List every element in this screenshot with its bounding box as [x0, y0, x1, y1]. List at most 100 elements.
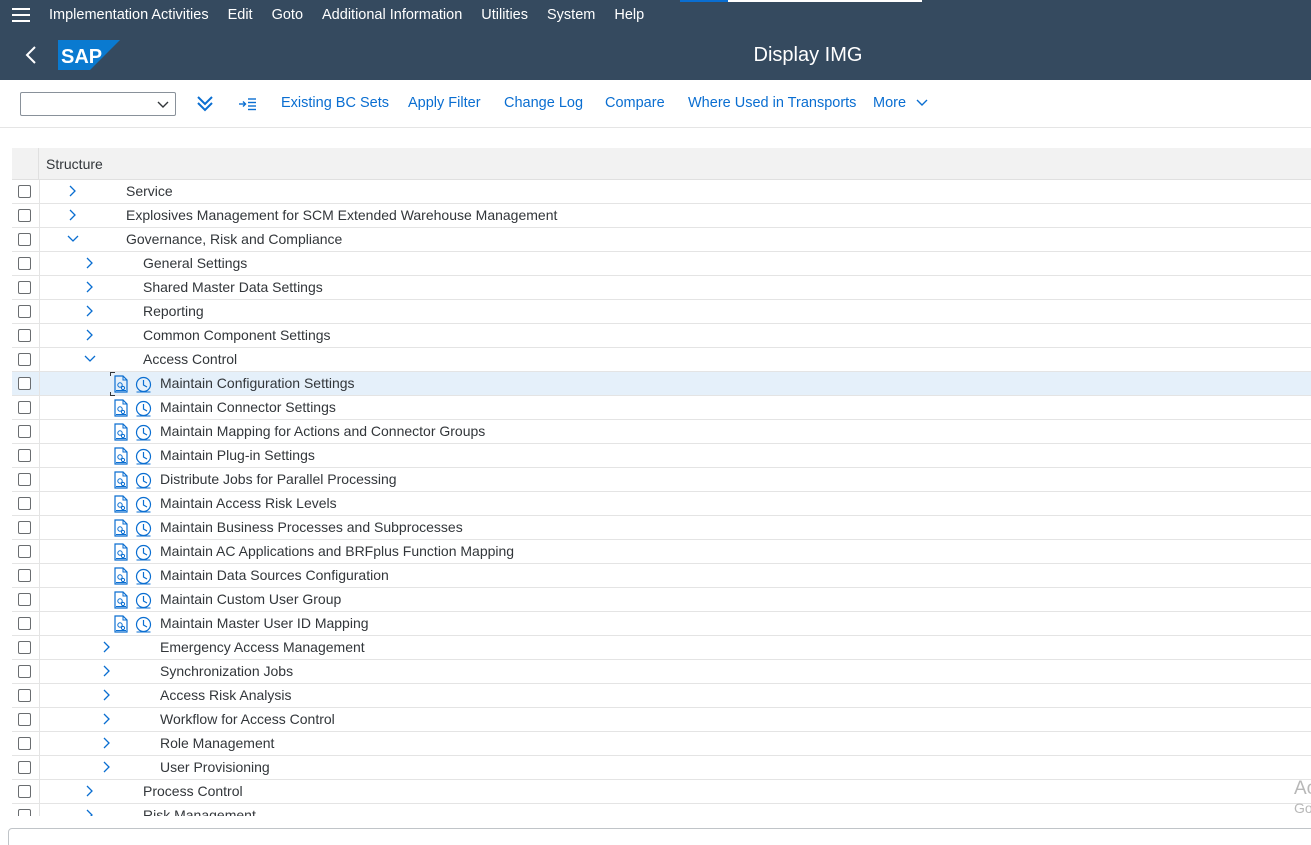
- chevron-right-icon[interactable]: [83, 808, 97, 816]
- select-column-header[interactable]: [12, 148, 39, 180]
- row-checkbox[interactable]: [18, 761, 31, 774]
- row-checkbox[interactable]: [18, 377, 31, 390]
- activity-clock-icon[interactable]: [135, 615, 152, 633]
- activity-clock-icon[interactable]: [135, 423, 152, 441]
- back-arrow-icon[interactable]: [22, 44, 42, 66]
- menu-edit[interactable]: Edit: [228, 7, 253, 23]
- table-row[interactable]: Emergency Access Management: [12, 636, 1311, 660]
- chevron-right-icon[interactable]: [100, 664, 114, 678]
- table-row[interactable]: Maintain Custom User Group: [12, 588, 1311, 612]
- documentation-icon[interactable]: [113, 615, 129, 633]
- more-button[interactable]: More: [873, 95, 928, 111]
- chevron-right-icon[interactable]: [100, 640, 114, 654]
- activity-clock-icon[interactable]: [135, 543, 152, 561]
- tree-node-label[interactable]: Maintain Plug-in Settings: [160, 447, 315, 463]
- table-row[interactable]: Access Risk Analysis: [12, 684, 1311, 708]
- activity-clock-icon[interactable]: [135, 471, 152, 489]
- tree-node-label[interactable]: Maintain Business Processes and Subproce…: [160, 519, 463, 535]
- tree-node-label[interactable]: Role Management: [160, 735, 274, 751]
- tree-node-label[interactable]: Reporting: [143, 303, 204, 319]
- change-log-button[interactable]: Change Log: [504, 95, 583, 111]
- activity-clock-icon[interactable]: [135, 375, 152, 393]
- row-checkbox[interactable]: [18, 689, 31, 702]
- tree-node-label[interactable]: Maintain Custom User Group: [160, 591, 341, 607]
- row-checkbox[interactable]: [18, 809, 31, 816]
- hamburger-icon[interactable]: [12, 8, 30, 22]
- activity-clock-icon[interactable]: [135, 567, 152, 585]
- table-row[interactable]: Access Control: [12, 348, 1311, 372]
- table-row[interactable]: Common Component Settings: [12, 324, 1311, 348]
- chevron-right-icon[interactable]: [66, 184, 80, 198]
- row-checkbox[interactable]: [18, 425, 31, 438]
- documentation-icon[interactable]: [113, 399, 129, 417]
- tree-node-label[interactable]: Process Control: [143, 783, 243, 799]
- chevron-right-icon[interactable]: [100, 760, 114, 774]
- documentation-icon[interactable]: [113, 543, 129, 561]
- documentation-icon[interactable]: [113, 567, 129, 585]
- menu-additional-information[interactable]: Additional Information: [322, 7, 462, 23]
- row-checkbox[interactable]: [18, 209, 31, 222]
- chevron-down-icon[interactable]: [83, 352, 97, 366]
- chevron-right-icon[interactable]: [100, 712, 114, 726]
- row-checkbox[interactable]: [18, 473, 31, 486]
- row-checkbox[interactable]: [18, 329, 31, 342]
- table-row[interactable]: Role Management: [12, 732, 1311, 756]
- compare-button[interactable]: Compare: [605, 95, 665, 111]
- apply-filter-button[interactable]: Apply Filter: [408, 95, 481, 111]
- chevron-right-icon[interactable]: [100, 688, 114, 702]
- tree-node-label[interactable]: Maintain Data Sources Configuration: [160, 567, 389, 583]
- row-checkbox[interactable]: [18, 257, 31, 270]
- menu-implementation-activities[interactable]: Implementation Activities: [49, 7, 209, 23]
- row-checkbox[interactable]: [18, 665, 31, 678]
- activity-clock-icon[interactable]: [135, 399, 152, 417]
- row-checkbox[interactable]: [18, 449, 31, 462]
- table-row[interactable]: Service: [12, 180, 1311, 204]
- row-checkbox[interactable]: [18, 497, 31, 510]
- table-row[interactable]: Shared Master Data Settings: [12, 276, 1311, 300]
- menu-help[interactable]: Help: [614, 7, 644, 23]
- table-row[interactable]: Maintain Data Sources Configuration: [12, 564, 1311, 588]
- menu-utilities[interactable]: Utilities: [481, 7, 528, 23]
- indent-icon[interactable]: [238, 94, 258, 114]
- table-row[interactable]: Explosives Management for SCM Extended W…: [12, 204, 1311, 228]
- table-row[interactable]: Process Control: [12, 780, 1311, 804]
- table-row[interactable]: Maintain Connector Settings: [12, 396, 1311, 420]
- chevron-down-icon[interactable]: [66, 232, 80, 246]
- variant-select[interactable]: [20, 92, 176, 116]
- tree-node-label[interactable]: Synchronization Jobs: [160, 663, 293, 679]
- row-checkbox[interactable]: [18, 545, 31, 558]
- documentation-icon[interactable]: [113, 495, 129, 513]
- row-checkbox[interactable]: [18, 641, 31, 654]
- table-row[interactable]: Reporting: [12, 300, 1311, 324]
- table-row[interactable]: Synchronization Jobs: [12, 660, 1311, 684]
- tree-node-label[interactable]: Service: [126, 183, 173, 199]
- table-row[interactable]: Distribute Jobs for Parallel Processing: [12, 468, 1311, 492]
- tree-node-label[interactable]: Risk Management: [143, 807, 256, 816]
- activity-clock-icon[interactable]: [135, 591, 152, 609]
- activity-clock-icon[interactable]: [135, 519, 152, 537]
- tree-node-label[interactable]: Maintain AC Applications and BRFplus Fun…: [160, 543, 514, 559]
- tree-node-label[interactable]: Shared Master Data Settings: [143, 279, 323, 295]
- documentation-icon[interactable]: [113, 423, 129, 441]
- tree-node-label[interactable]: Access Risk Analysis: [160, 687, 291, 703]
- row-checkbox[interactable]: [18, 233, 31, 246]
- existing-bc-sets-button[interactable]: Existing BC Sets: [281, 95, 389, 111]
- chevron-right-icon[interactable]: [66, 208, 80, 222]
- row-checkbox[interactable]: [18, 521, 31, 534]
- tree-node-label[interactable]: Access Control: [143, 351, 237, 367]
- activity-clock-icon[interactable]: [135, 495, 152, 513]
- tree-node-label[interactable]: Maintain Mapping for Actions and Connect…: [160, 423, 485, 439]
- activity-clock-icon[interactable]: [135, 447, 152, 465]
- tree-node-label[interactable]: Maintain Configuration Settings: [160, 375, 355, 391]
- table-row[interactable]: Workflow for Access Control: [12, 708, 1311, 732]
- menu-goto[interactable]: Goto: [272, 7, 303, 23]
- table-row[interactable]: Risk Management: [12, 804, 1311, 816]
- table-row[interactable]: Maintain Plug-in Settings: [12, 444, 1311, 468]
- tree-node-label[interactable]: Governance, Risk and Compliance: [126, 231, 342, 247]
- tree-node-label[interactable]: Common Component Settings: [143, 327, 331, 343]
- row-checkbox[interactable]: [18, 617, 31, 630]
- tree-node-label[interactable]: Workflow for Access Control: [160, 711, 335, 727]
- row-checkbox[interactable]: [18, 281, 31, 294]
- tree-node-label[interactable]: Maintain Master User ID Mapping: [160, 615, 369, 631]
- documentation-icon[interactable]: [113, 591, 129, 609]
